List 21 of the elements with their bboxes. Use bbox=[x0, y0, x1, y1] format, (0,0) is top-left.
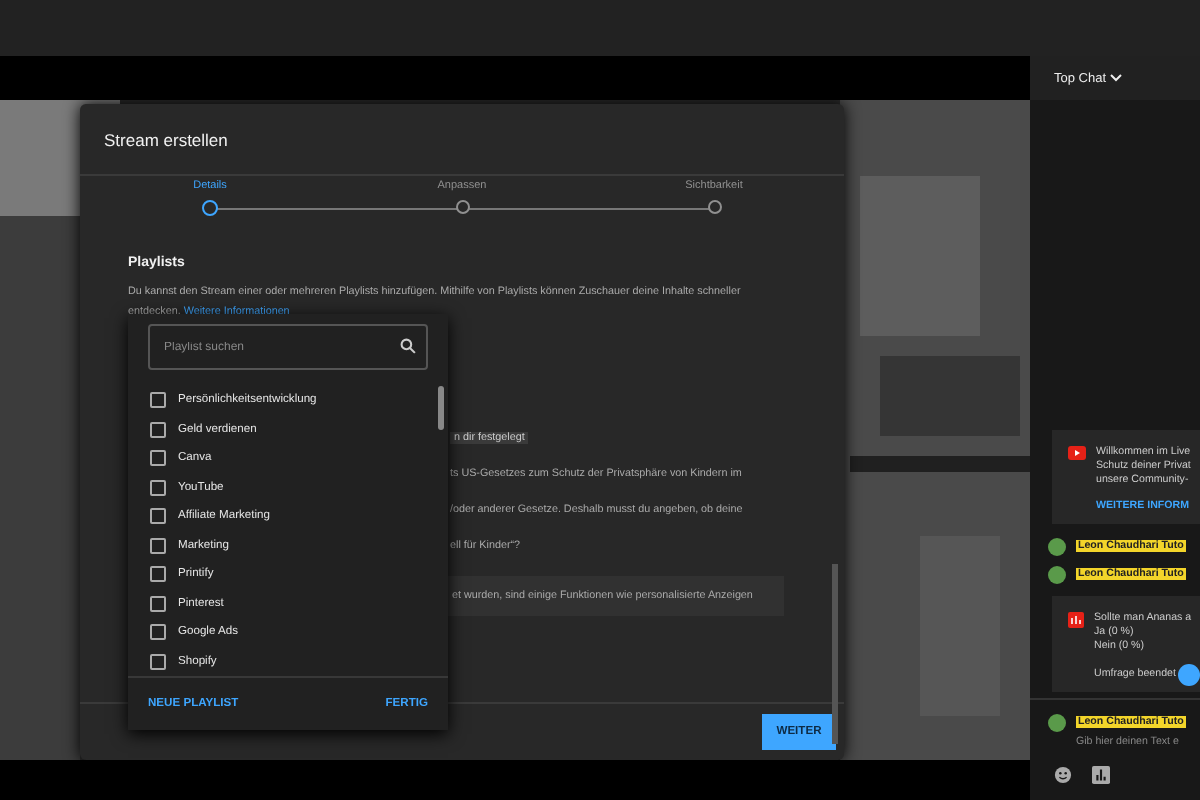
checkbox[interactable] bbox=[150, 508, 166, 525]
action-button[interactable] bbox=[1178, 664, 1200, 686]
chart-icon[interactable] bbox=[1092, 766, 1110, 784]
search-icon bbox=[400, 338, 416, 354]
checkbox[interactable] bbox=[150, 653, 166, 670]
checkbox[interactable] bbox=[150, 566, 166, 583]
scrollbar[interactable] bbox=[832, 564, 838, 744]
checkbox[interactable] bbox=[150, 450, 166, 467]
scrollbar-thumb[interactable] bbox=[438, 386, 444, 430]
chevron-icon bbox=[1110, 74, 1123, 82]
checkbox[interactable] bbox=[150, 624, 166, 641]
emoji-icon[interactable] bbox=[1054, 766, 1072, 784]
checkbox[interactable] bbox=[150, 479, 166, 496]
avatar bbox=[1048, 713, 1066, 731]
checkbox[interactable] bbox=[150, 595, 166, 612]
dialog-title: Stream erstellen bbox=[104, 129, 228, 149]
checkbox[interactable] bbox=[150, 421, 166, 438]
checkbox[interactable] bbox=[150, 537, 166, 554]
checkbox[interactable] bbox=[150, 392, 166, 409]
poll-icon bbox=[1068, 612, 1084, 628]
play-icon bbox=[1068, 446, 1086, 460]
